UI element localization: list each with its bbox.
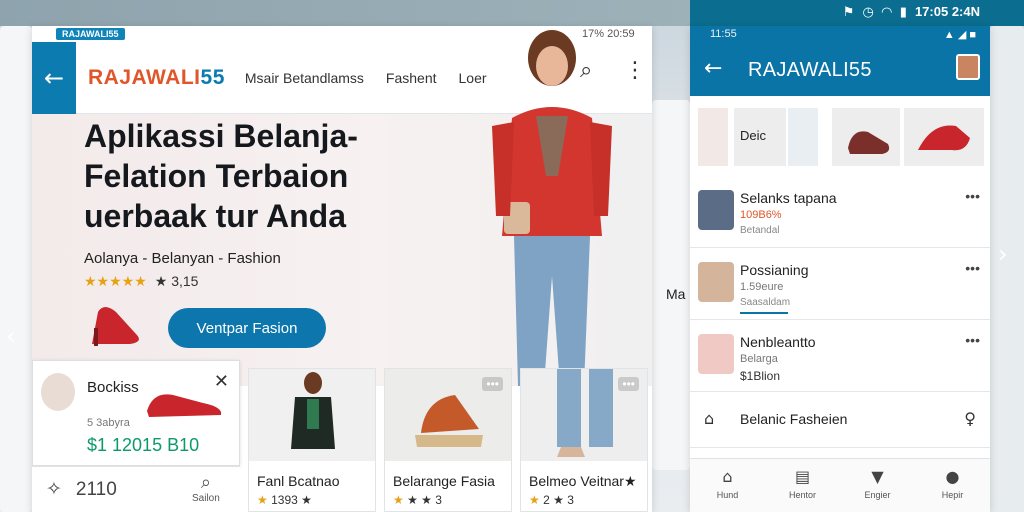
right-app-header: 11:55 ▲ ◢ ■ ← RAJAWALI55 xyxy=(690,26,990,96)
battery-icon: ▮ xyxy=(899,4,907,19)
status-icons: ⚑ ◷ ◠ ▮ 17:05 2:4N xyxy=(843,4,980,20)
popup-subtitle: 5 3abyra xyxy=(87,417,130,429)
more-dots-icon[interactable]: ••• xyxy=(618,377,639,391)
hero-rating: ★★★★★ ★ 3,15 xyxy=(84,273,199,289)
hero-title: Aplikassi Belanja- Felation Terbaion uer… xyxy=(84,118,358,234)
avatar[interactable] xyxy=(956,54,980,80)
tab-saved[interactable]: ▼ Engier xyxy=(840,459,915,512)
product-name: Fanl Bcatnao xyxy=(257,473,340,489)
previous-arrow-icon[interactable]: ‹ xyxy=(6,322,26,362)
product-name: Belmeo Veitnar★ xyxy=(529,473,637,489)
clock-text: 17:05 2:4N xyxy=(914,4,980,19)
home-shape-icon: ⌂ xyxy=(704,409,715,428)
sparkle-icon[interactable]: ✧ xyxy=(46,478,62,501)
mini-status-text: 17% 20:59 xyxy=(582,28,635,40)
bottom-count: 2110 xyxy=(75,478,117,500)
user-icon[interactable]: ♀ xyxy=(964,409,976,428)
product-name: Belarange Fasia xyxy=(393,473,495,489)
progress-indicator xyxy=(740,312,788,314)
product-popup[interactable]: Bockiss 5 3abyra $1 12015 B10 ✕ xyxy=(32,360,240,466)
item-image xyxy=(698,334,734,374)
thumb-red-heel[interactable] xyxy=(904,108,984,166)
wifi-icon: ◠ xyxy=(881,4,892,19)
bottom-search-button[interactable]: ⌕ Sailon xyxy=(192,472,220,504)
more-dots-icon[interactable]: ••• xyxy=(965,332,980,348)
thumb-label: Deic xyxy=(740,128,767,143)
thumb-jacket[interactable] xyxy=(698,108,728,166)
popup-price: $1 12015 B10 xyxy=(87,435,200,455)
list-item[interactable]: Selanks tapana 109B6% Betandal ••• xyxy=(690,176,990,248)
middle-background-panel: Ma xyxy=(652,100,690,470)
top-nav: Msair Betandlamss Fashent Loer xyxy=(245,70,487,86)
thumb-jeans[interactable] xyxy=(788,108,818,166)
product-image xyxy=(249,369,375,461)
more-dots-icon[interactable]: ••• xyxy=(482,377,503,391)
red-heel-icon xyxy=(92,307,139,346)
product-rating: ★ 1393 ★ xyxy=(257,493,312,507)
profile-icon: ● xyxy=(945,467,960,486)
background-edge-text: Ma xyxy=(666,286,686,302)
red-shoe-icon xyxy=(147,394,222,417)
right-app-screen: 11:55 ▲ ◢ ■ ← RAJAWALI55 Deic Selanks ta… xyxy=(690,26,990,512)
home-icon: ⌂ xyxy=(722,467,733,486)
brand-logo[interactable]: RAJAWALI55 xyxy=(88,66,225,90)
item-meta: Saasaldam xyxy=(740,297,791,308)
product-card[interactable]: Fanl Bcatnao ★ 1393 ★ xyxy=(248,368,376,512)
item-name: Selanks tapana xyxy=(740,190,837,206)
item-name: Nenbleantto xyxy=(740,334,816,350)
product-card[interactable]: Belmeo Veitnar★ ★ 2 ★ 3 ••• xyxy=(520,368,648,512)
search-label: Sailon xyxy=(192,493,220,504)
notification-icon: ⚑ xyxy=(842,4,855,19)
left-background-panel xyxy=(0,26,32,512)
tab-home[interactable]: ⌂ Hund xyxy=(690,459,765,512)
item-name: Possianing xyxy=(740,262,809,278)
popup-title: Bockiss xyxy=(87,379,139,396)
bookmark-icon: ▼ xyxy=(871,467,884,486)
back-arrow-icon[interactable]: ← xyxy=(32,41,76,114)
item-price: 109B6% xyxy=(740,209,782,221)
item-price: Belarga xyxy=(740,353,778,365)
bottom-tab-bar: ⌂ Hund ▤ Hentor ▼ Engier ● Hepir xyxy=(690,458,990,512)
item-image xyxy=(698,190,734,230)
product-avatar xyxy=(41,373,75,411)
alarm-icon: ◷ xyxy=(862,4,874,19)
item-meta: $1Blion xyxy=(740,369,781,383)
app-title: RAJAWALI55 xyxy=(748,59,872,81)
more-dots-icon[interactable]: ••• xyxy=(965,188,980,204)
item-meta: Betandal xyxy=(740,225,780,236)
product-card[interactable]: Belarange Fasia ★ ★ ★ 3 ••• xyxy=(384,368,512,512)
category-row[interactable]: ⌂ Belanic Fasheien ♀ xyxy=(690,392,990,448)
thumb-boot[interactable] xyxy=(832,108,900,166)
list-item[interactable]: Possianing 1.59eure Saasaldam ••• xyxy=(690,248,990,320)
shop-fashion-button[interactable]: Ventpar Fasion xyxy=(168,308,326,348)
nav-item-fashion[interactable]: Fashent xyxy=(386,70,437,86)
item-price: 1.59eure xyxy=(740,281,784,293)
item-image xyxy=(698,262,734,302)
back-arrow-icon[interactable]: ← xyxy=(704,56,722,81)
hero-subtitle: Aolanya - Belanyan - Fashion xyxy=(84,250,281,267)
tab-profile[interactable]: ● Hepir xyxy=(915,459,990,512)
store-icon: ▤ xyxy=(794,467,811,486)
list-item[interactable]: Nenbleantto Belarga $1Blion ••• xyxy=(690,320,990,392)
next-arrow-icon[interactable]: › xyxy=(998,240,1018,280)
nav-item-categories[interactable]: Msair Betandlamss xyxy=(245,70,364,86)
model-photo xyxy=(492,30,612,386)
status-time: 11:55 xyxy=(710,28,737,40)
product-rating: ★ ★ ★ 3 xyxy=(393,493,442,507)
system-status-bar: ⚑ ◷ ◠ ▮ 17:05 2:4N xyxy=(690,0,1024,26)
mini-brand-badge: RAJAWALI55 xyxy=(56,28,125,40)
category-label: Belanic Fasheien xyxy=(740,411,848,427)
status-icons: ▲ ◢ ■ xyxy=(943,29,976,41)
product-rating: ★ 2 ★ 3 xyxy=(529,493,574,507)
close-icon[interactable]: ✕ xyxy=(214,371,229,392)
search-icon: ⌕ xyxy=(200,472,211,493)
tab-store[interactable]: ▤ Hentor xyxy=(765,459,840,512)
left-app-screen: ← RAJAWALI55 Msair Betandlamss Fashent L… xyxy=(32,26,652,512)
more-dots-icon[interactable]: ••• xyxy=(965,260,980,276)
background-status-strip xyxy=(0,0,690,26)
